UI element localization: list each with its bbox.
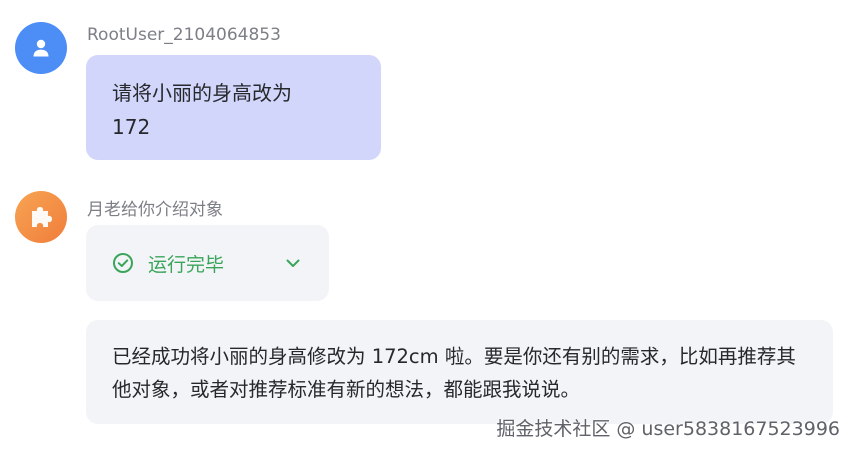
bot-reply-bubble: 已经成功将小丽的身高修改为 172cm 啦。要是你还有别的需求，比如再推荐其他对… <box>86 320 833 424</box>
puzzle-icon <box>32 207 52 227</box>
bot-avatar <box>15 191 67 243</box>
user-message-bubble: 请将小丽的身高改为 172 <box>86 55 381 160</box>
user-message-line-1: 请将小丽的身高改为 <box>112 81 292 105</box>
watermark-text: 掘金技术社区 @ user5838167523996 <box>496 418 840 440</box>
user-sender-name: RootUser_2104064853 <box>87 25 281 45</box>
run-status-text: 运行完毕 <box>148 253 225 276</box>
user-message-line-2: 172 <box>112 115 151 139</box>
bot-sender-name: 月老给你介绍对象 <box>87 200 223 220</box>
check-circle-icon <box>112 252 134 274</box>
user-avatar <box>15 22 67 74</box>
user-icon <box>33 39 49 57</box>
chat-transcript: RootUser_2104064853 请将小丽的身高改为 172 月老给你介绍… <box>0 0 854 450</box>
chevron-down-icon[interactable] <box>283 253 303 273</box>
run-status-card[interactable]: 运行完毕 <box>86 225 329 301</box>
